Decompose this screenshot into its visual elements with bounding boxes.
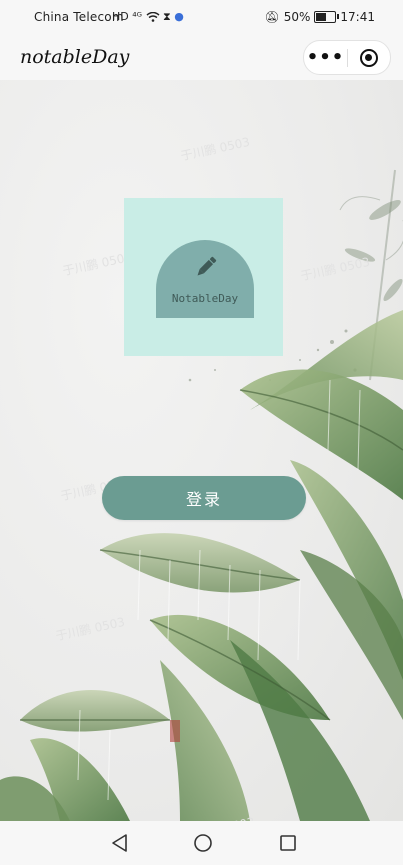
status-right: 🔕︎ 50% 17:41 [265, 10, 376, 24]
network-icons: HD ⁴ᴳ ⧗ ● [112, 10, 184, 24]
clock: 17:41 [340, 10, 375, 24]
recent-square-icon[interactable] [279, 834, 297, 852]
back-triangle-icon[interactable] [110, 833, 128, 853]
logo-arch: NotableDay [156, 240, 254, 318]
banana-leaf-painting [0, 169, 403, 821]
status-bar: China Telecom HD ⁴ᴳ ⧗ ● 🔕︎ 50% 17:41 [0, 0, 403, 36]
close-miniprogram-button[interactable] [348, 48, 390, 67]
capsule-menu: ••• [303, 40, 391, 75]
wifi-icon [146, 11, 159, 22]
system-nav-bar [0, 821, 403, 865]
more-dots-icon[interactable]: ••• [304, 47, 347, 68]
battery-icon [314, 11, 340, 23]
app-logo: NotableDay [124, 198, 283, 356]
carrier-label: China Telecom [34, 10, 124, 24]
login-button[interactable]: 登录 [102, 476, 306, 520]
mini-program-title-bar: notableDay ••• [0, 36, 403, 80]
page-title: notableDay [20, 46, 130, 68]
mute-icon: 🔕︎ [264, 10, 280, 24]
red-seal-stamp [170, 720, 180, 742]
hourglass-icon: ⧗ [163, 10, 171, 23]
battery-percent: 50% [283, 10, 311, 24]
main-content: 于川鹏 0503 于川鹏 0503 于川鹏 0503 于川鹏 0503 于川鹏 … [0, 80, 403, 821]
signal-label: HD ⁴ᴳ [112, 10, 143, 23]
logo-text: NotableDay [171, 292, 239, 305]
home-circle-icon[interactable] [193, 833, 213, 853]
battery-fill [316, 13, 327, 21]
app-notification-icon: ● [174, 10, 184, 23]
pencil-icon [197, 256, 217, 276]
target-close-icon [360, 48, 378, 67]
